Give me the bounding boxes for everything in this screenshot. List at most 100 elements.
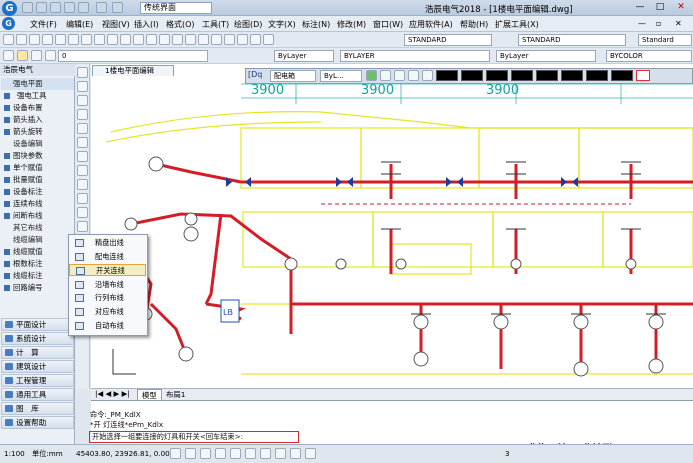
category-general-tools[interactable]: 通用工具 xyxy=(1,388,74,401)
menu-view[interactable]: 视图(V) xyxy=(102,19,130,30)
zoom-realtime-icon[interactable] xyxy=(172,34,183,45)
panel-item-break-wiring[interactable]: 间断布线 xyxy=(1,210,74,222)
doc-tab[interactable]: 1楼电平面编辑 xyxy=(92,65,174,76)
swatch-8[interactable] xyxy=(611,70,633,81)
properties-icon[interactable] xyxy=(211,34,222,45)
cut-icon[interactable] xyxy=(81,34,92,45)
xline-icon[interactable] xyxy=(77,81,88,92)
bulb-icon[interactable] xyxy=(17,50,28,61)
ctx-item-7[interactable]: 自动布线 xyxy=(69,320,146,332)
grid-icon[interactable] xyxy=(185,448,196,459)
category-system-design[interactable]: 系统设计 xyxy=(1,332,74,345)
float-layer-select[interactable]: ByL... xyxy=(320,70,362,82)
float-toolbar-icon[interactable]: [Dq xyxy=(248,70,262,79)
circle-icon[interactable] xyxy=(77,151,88,162)
menu-dimension[interactable]: 标注(N) xyxy=(302,19,330,30)
panel-item-arrow-insert[interactable]: 箭头插入 xyxy=(1,114,74,126)
panel-item-power-tools[interactable]: 强电工具 xyxy=(1,90,74,102)
panel-item-device-edit[interactable]: 设备编辑 xyxy=(1,138,74,150)
category-settings-help[interactable]: 设置帮助 xyxy=(1,416,74,429)
otrack-icon[interactable] xyxy=(245,448,256,459)
swatch-6[interactable] xyxy=(561,70,583,81)
table-style-select[interactable]: Standard xyxy=(638,34,692,46)
preview-icon[interactable] xyxy=(55,34,66,45)
ctx-item-2[interactable]: 配电连线 xyxy=(69,251,146,263)
panel-item-other-wiring[interactable]: 其它布线 xyxy=(1,222,74,234)
osnap-icon[interactable] xyxy=(230,448,241,459)
menu-window[interactable]: 窗口(W) xyxy=(373,19,403,30)
swatch-2[interactable] xyxy=(461,70,483,81)
menu-apps[interactable]: 应用软件(A) xyxy=(409,19,453,30)
redo-icon[interactable] xyxy=(112,2,123,13)
menu-edit[interactable]: 编辑(E) xyxy=(66,19,93,30)
zoom-previous-icon[interactable] xyxy=(198,34,209,45)
ctx-item-5[interactable]: 行列布线 xyxy=(69,292,146,304)
ellipse-arc-icon[interactable] xyxy=(77,207,88,218)
panel-item-single-assign[interactable]: 单个赋值 xyxy=(1,162,74,174)
pan-icon[interactable] xyxy=(159,34,170,45)
menu-text[interactable]: 文字(X) xyxy=(268,19,296,30)
freeze-icon[interactable] xyxy=(380,70,391,81)
ctx-item-6[interactable]: 对应布线 xyxy=(69,306,146,318)
ctx-item-switch-wiring[interactable]: 开关连线 xyxy=(69,264,146,276)
ctx-item-4[interactable]: 沿墙布线 xyxy=(69,279,146,291)
match-icon[interactable] xyxy=(120,34,131,45)
workspace-select[interactable]: 传统界面 xyxy=(140,2,212,14)
color-swatch-icon[interactable] xyxy=(422,70,433,81)
polyline-icon[interactable] xyxy=(77,95,88,106)
block-insert-icon[interactable] xyxy=(77,221,88,232)
category-plan-design[interactable]: 平面设计 xyxy=(1,318,74,331)
doc-close-button[interactable]: ✕ xyxy=(675,19,682,28)
lock-icon[interactable] xyxy=(45,50,56,61)
save-icon[interactable] xyxy=(50,2,61,13)
layer-manager-icon[interactable] xyxy=(3,50,14,61)
print-icon[interactable] xyxy=(42,34,53,45)
menu-format[interactable]: 格式(O) xyxy=(166,19,195,30)
linetype-select[interactable]: BYLAYER xyxy=(340,50,490,62)
panel-item-circuit-number[interactable]: 回路编号 xyxy=(1,282,74,294)
swatch-7[interactable] xyxy=(586,70,608,81)
sun-icon[interactable] xyxy=(31,50,42,61)
lineweight-select[interactable]: ByLayer xyxy=(496,50,596,62)
print-icon[interactable] xyxy=(78,2,89,13)
swatch-5[interactable] xyxy=(536,70,558,81)
status-scale[interactable]: 1:100 xyxy=(4,449,25,458)
undo-icon[interactable] xyxy=(133,34,144,45)
panel-section-power-plan[interactable]: 强电平面 xyxy=(1,78,74,90)
ctx-item-1[interactable]: 精盘出线 xyxy=(69,237,146,249)
swatch-3[interactable] xyxy=(486,70,508,81)
dim-style-select[interactable]: STANDARD xyxy=(518,34,626,46)
panel-item-continuous-wiring[interactable]: 连续布线 xyxy=(1,198,74,210)
minimize-button[interactable]: — xyxy=(630,1,650,14)
help-icon[interactable] xyxy=(263,34,274,45)
swatch-red[interactable] xyxy=(636,70,650,81)
menu-insert[interactable]: 插入(I) xyxy=(134,19,159,30)
ellipse-icon[interactable] xyxy=(77,193,88,204)
doc-restore-button[interactable]: ▫ xyxy=(656,19,661,28)
color-select[interactable]: ByLayer xyxy=(274,50,334,62)
app-logo[interactable]: G xyxy=(2,1,17,16)
panel-item-cable-label[interactable]: 线缆标注 xyxy=(1,270,74,282)
paste-icon[interactable] xyxy=(107,34,118,45)
menu-extend[interactable]: 扩展工具(X) xyxy=(495,19,539,30)
ducs-icon[interactable] xyxy=(260,448,271,459)
saveas-icon[interactable] xyxy=(64,2,75,13)
filter-icon[interactable] xyxy=(408,70,419,81)
dyn-icon[interactable] xyxy=(275,448,286,459)
close-button[interactable]: ✕ xyxy=(671,1,691,14)
panel-item-device-label[interactable]: 设备标注 xyxy=(1,186,74,198)
tab-layout1[interactable]: 布局1 xyxy=(162,389,189,400)
menu-modify[interactable]: 修改(M) xyxy=(337,19,366,30)
copy-icon[interactable] xyxy=(94,34,105,45)
layer-select[interactable]: 0 xyxy=(58,50,208,62)
line-icon[interactable] xyxy=(77,67,88,78)
float-box-select[interactable]: 配电箱 xyxy=(270,70,316,82)
design-center-icon[interactable] xyxy=(224,34,235,45)
swatch-1[interactable] xyxy=(436,70,458,81)
arc-icon[interactable] xyxy=(77,137,88,148)
calc-icon[interactable] xyxy=(250,34,261,45)
panel-item-count-label[interactable]: 根数标注 xyxy=(1,258,74,270)
category-calculation[interactable]: 计 算 xyxy=(1,346,74,359)
drawing-canvas[interactable]: 3900 3900 3900 LB xyxy=(91,64,693,388)
category-library[interactable]: 图 库 xyxy=(1,402,74,415)
